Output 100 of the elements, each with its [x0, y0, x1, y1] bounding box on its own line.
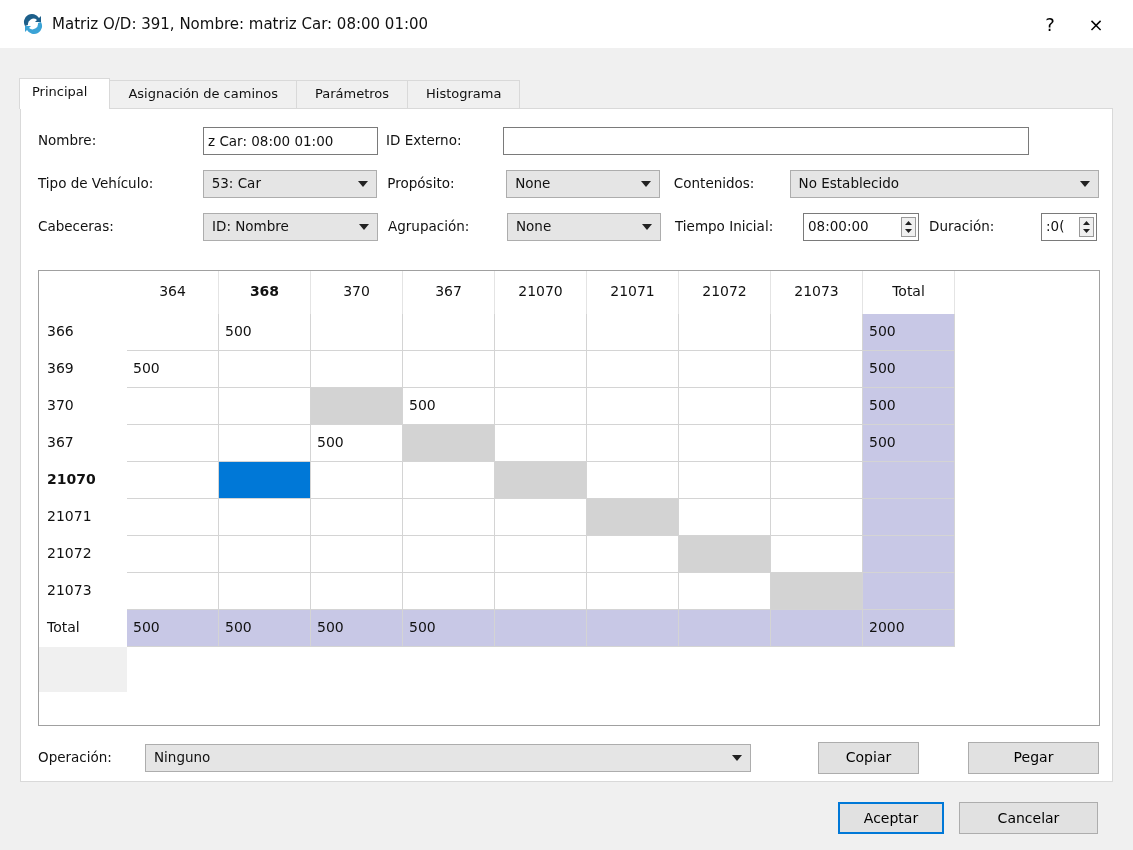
table-cell[interactable]	[587, 499, 679, 536]
column-header[interactable]: 370	[311, 271, 403, 314]
table-cell[interactable]: 500	[403, 610, 495, 647]
table-cell[interactable]	[679, 536, 771, 573]
tab[interactable]: Principal	[19, 78, 111, 109]
table-cell[interactable]: 500	[219, 314, 311, 351]
table-cell[interactable]	[127, 425, 219, 462]
dropdown[interactable]: Ninguno	[145, 743, 751, 772]
dropdown[interactable]: None	[507, 212, 661, 241]
row-header[interactable]: 366	[39, 314, 127, 351]
table-cell[interactable]: 2000	[863, 610, 955, 647]
table-cell[interactable]: 500	[311, 610, 403, 647]
table-cell[interactable]	[495, 536, 587, 573]
row-header[interactable]: 21072	[39, 536, 127, 573]
table-cell[interactable]: 500	[863, 388, 955, 425]
table-cell[interactable]	[403, 499, 495, 536]
table-cell[interactable]	[679, 425, 771, 462]
row-header[interactable]: 367	[39, 425, 127, 462]
column-header[interactable]: 21073	[771, 271, 863, 314]
table-cell[interactable]	[311, 314, 403, 351]
field-label: Tipo de Vehículo:	[38, 174, 155, 194]
table-cell[interactable]	[311, 462, 403, 499]
table-cell[interactable]	[863, 573, 955, 610]
table-cell[interactable]	[403, 536, 495, 573]
table-cell[interactable]: 500	[127, 351, 219, 388]
table-cell[interactable]	[403, 425, 495, 462]
table-cell[interactable]	[587, 425, 679, 462]
button[interactable]: Copiar	[818, 741, 919, 774]
spin-arrows-icon[interactable]	[1079, 216, 1094, 237]
row-header[interactable]: 21071	[39, 499, 127, 536]
table-cell[interactable]: 500	[863, 314, 955, 351]
table-cell[interactable]	[311, 388, 403, 425]
table-cell[interactable]	[403, 314, 495, 351]
row-header[interactable]: 21073	[39, 573, 127, 610]
spin-arrows-icon[interactable]	[901, 216, 916, 237]
table-cell[interactable]	[403, 351, 495, 388]
dropdown-arrow-icon	[640, 180, 651, 187]
table-cell[interactable]	[219, 499, 311, 536]
text-field[interactable]	[503, 126, 1029, 155]
table-cell[interactable]	[771, 573, 863, 610]
row-header[interactable]: 369	[39, 351, 127, 388]
field-label: Duración:	[929, 217, 996, 237]
table-cell[interactable]	[495, 314, 587, 351]
column-header[interactable]: 21072	[679, 271, 771, 314]
dropdown-arrow-icon	[359, 223, 369, 230]
row-header[interactable]: 370	[39, 388, 127, 425]
dropdown-arrow-icon	[732, 754, 742, 761]
table-cell[interactable]: 500	[127, 610, 219, 647]
table-cell[interactable]	[863, 536, 955, 573]
table-cell[interactable]	[771, 610, 863, 647]
table-cell[interactable]	[679, 610, 771, 647]
table-cell[interactable]	[587, 388, 679, 425]
table-cell[interactable]	[587, 351, 679, 388]
table-cell[interactable]	[587, 314, 679, 351]
table-cell[interactable]	[219, 462, 311, 499]
field-label: Contenidos:	[673, 174, 756, 194]
spin-box[interactable]: 08:00:00	[803, 212, 919, 241]
table-cell[interactable]	[863, 462, 955, 499]
table-cell[interactable]	[495, 462, 587, 499]
spin-box[interactable]: :0(	[1041, 212, 1097, 241]
column-header[interactable]: 368	[219, 271, 311, 314]
dropdown[interactable]: None	[506, 169, 660, 198]
table-cell[interactable]: 500	[863, 351, 955, 388]
table-cell[interactable]	[495, 388, 587, 425]
button[interactable]: Aceptar	[838, 802, 944, 834]
table-cell[interactable]	[127, 314, 219, 351]
row-header[interactable]: 21070	[39, 462, 127, 499]
table-cell[interactable]	[219, 536, 311, 573]
button[interactable]: Pegar	[968, 741, 1099, 774]
table-cell[interactable]	[219, 351, 311, 388]
table-cell[interactable]	[127, 388, 219, 425]
table-cell[interactable]	[311, 499, 403, 536]
table-cell[interactable]	[863, 499, 955, 536]
field-label: Operación:	[38, 748, 113, 768]
row-header[interactable]: Total	[39, 610, 127, 647]
table-cell[interactable]	[311, 536, 403, 573]
column-header[interactable]: 367	[403, 271, 495, 314]
table-cell[interactable]	[679, 351, 771, 388]
text-field[interactable]: z Car: 08:00 01:00	[203, 126, 378, 155]
column-header[interactable]: 364	[127, 271, 219, 314]
table-cell[interactable]	[679, 462, 771, 499]
table-cell[interactable]	[587, 610, 679, 647]
table-cell[interactable]	[495, 351, 587, 388]
table-cell[interactable]	[495, 610, 587, 647]
button[interactable]: Cancelar	[959, 802, 1098, 834]
column-header[interactable]: 21070	[495, 271, 587, 314]
close-button[interactable]: ×	[1073, 9, 1119, 39]
table-cell[interactable]: 500	[863, 425, 955, 462]
tab[interactable]: Histograma	[407, 80, 521, 108]
dropdown[interactable]: No Establecido	[789, 169, 1099, 198]
dropdown-arrow-icon	[642, 223, 652, 230]
dropdown[interactable]: 53: Car	[202, 169, 378, 198]
table-cell[interactable]	[679, 388, 771, 425]
table-cell[interactable]	[679, 314, 771, 351]
table-cell[interactable]	[127, 536, 219, 573]
table-cell[interactable]: 500	[219, 610, 311, 647]
column-header[interactable]: 21071	[587, 271, 679, 314]
help-button[interactable]: ?	[1027, 9, 1073, 39]
table-cell[interactable]	[127, 499, 219, 536]
dropdown[interactable]: ID: Nombre	[203, 212, 378, 241]
